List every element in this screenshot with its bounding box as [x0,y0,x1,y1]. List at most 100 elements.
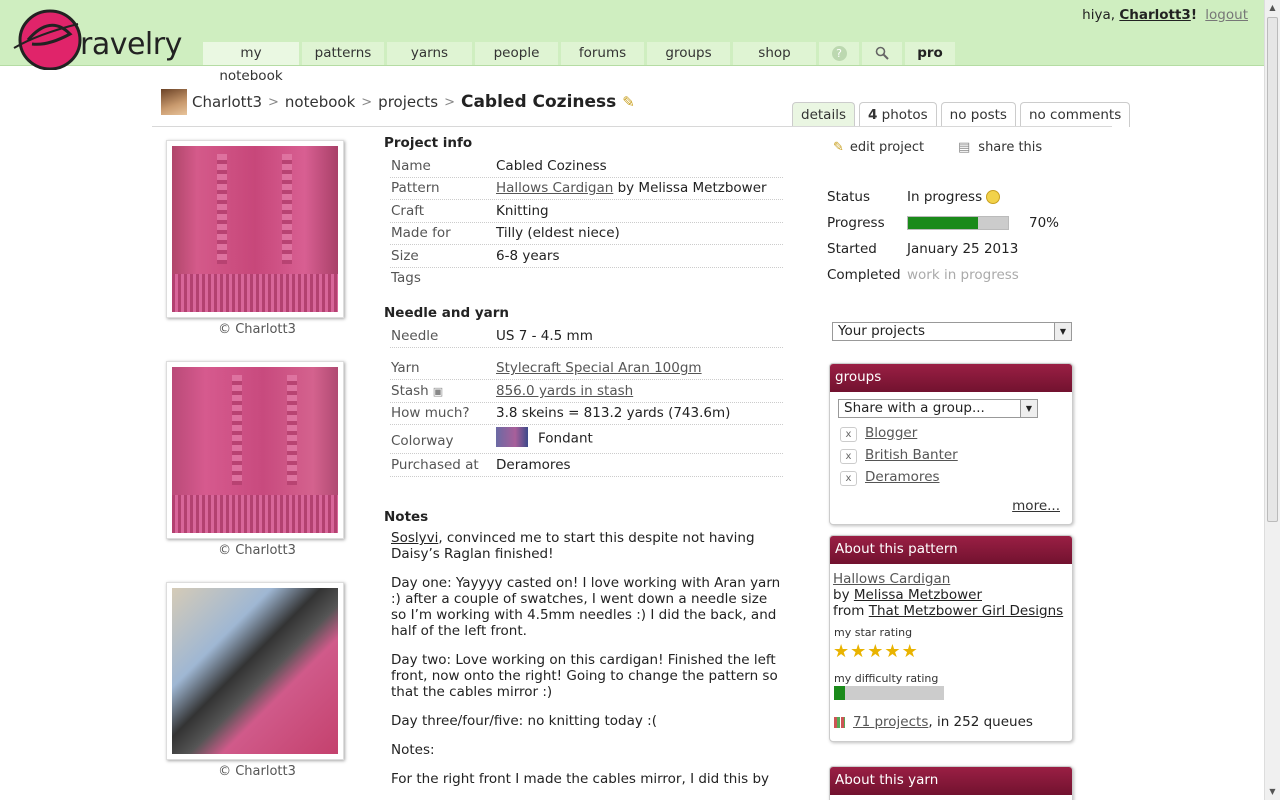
nav-groups[interactable]: groups [647,42,730,65]
scrollbar[interactable]: ▲ ▼ [1264,0,1280,800]
needle-yarn-heading: Needle and yarn [384,305,510,321]
stash-icon: ▣ [432,385,444,398]
project-photo-2[interactable] [166,361,344,539]
chevron-down-icon: ▼ [1020,400,1037,417]
scroll-up-icon[interactable]: ▲ [1265,0,1280,16]
username-link[interactable]: Charlott3 [1119,7,1191,23]
main-nav: my notebook patterns yarns people forums… [203,42,955,84]
divider [152,126,1112,127]
yarn-link[interactable]: Stylecraft Special Aran 100gm [496,360,702,376]
tab-comments[interactable]: no comments [1019,102,1131,127]
nav-patterns[interactable]: patterns [302,42,384,65]
groups-box: groups Share with a group... ▼ x Blogger x… [829,363,1073,525]
tab-photos[interactable]: 4 photos [858,102,937,127]
project-photo-1[interactable] [166,140,344,318]
pattern-box-link[interactable]: Hallows Cardigan [833,571,950,587]
project-info-heading: Project info [384,135,473,151]
photo-caption: © Charlott3 [218,322,296,337]
notes-heading: Notes [384,509,429,525]
photo-image [172,146,338,312]
star-icon[interactable]: ★ [902,641,918,662]
logo-text: ravelry [80,27,182,62]
user-greeting: hiya, Charlott3! logout [1082,7,1248,23]
page-title: Cabled Coziness [460,92,617,112]
info-row-made-for: Made for Tilly (eldest niece) [390,223,783,245]
photo-image [172,367,338,533]
scroll-down-icon[interactable]: ▼ [1265,784,1280,800]
info-row-stash: Stash ▣ 856.0 yards in stash [390,381,783,403]
pencil-icon: ✎ [833,140,844,155]
breadcrumb: Charlott3 > notebook > projects > Cabled… [161,88,635,116]
difficulty-label: my difficulty rating [834,672,939,685]
user-link-soslyvi[interactable]: Soslyvi [391,530,438,546]
edit-project-button[interactable]: ✎ edit project [833,140,924,155]
info-row-needle: Needle US 7 - 4.5 mm [390,326,783,348]
nav-people[interactable]: people [475,42,558,65]
nav-forums[interactable]: forums [561,42,644,65]
breadcrumb-notebook[interactable]: notebook [285,93,355,111]
nav-yarns[interactable]: yarns [387,42,472,65]
info-row-size: Size 6-8 years [390,246,783,268]
source-link[interactable]: That Metzbower Girl Designs [869,603,1063,619]
smiley-icon [986,190,1001,204]
notes-body: Soslyvi, convinced me to start this desp… [391,530,781,787]
tab-details[interactable]: details [792,102,855,127]
more-groups-link[interactable]: more... [1012,498,1060,514]
scroll-thumb[interactable] [1267,17,1278,522]
progress-fill [908,217,978,229]
star-rating[interactable]: ★★★★★ [833,641,919,662]
nav-shop[interactable]: shop [733,42,816,65]
star-icon[interactable]: ★ [833,641,849,662]
info-row-purchased: Purchased at Deramores [390,455,783,477]
progress-bar [907,216,1009,230]
photo-caption: © Charlott3 [218,764,296,779]
group-item: x Blogger [840,425,917,442]
pattern-box: About this pattern Hallows Cardigan by M… [829,535,1073,742]
project-photo-3[interactable] [166,582,344,760]
photo-caption: © Charlott3 [218,543,296,558]
stash-link[interactable]: 856.0 yards in stash [496,383,633,399]
difficulty-fill [834,686,845,700]
projects-link[interactable]: 71 projects [853,714,928,730]
pattern-heading: About this pattern [830,536,1072,564]
info-row-colorway: Colorway Fondant [390,427,783,454]
difficulty-bar[interactable] [834,686,944,700]
nav-my-notebook[interactable]: my notebook [203,42,299,84]
detail-tabs: details 4 photos no posts no comments [792,102,1131,127]
tab-posts[interactable]: no posts [940,102,1016,127]
nav-pro[interactable]: pro [905,42,955,65]
breadcrumb-user[interactable]: Charlott3 [192,93,262,111]
help-icon[interactable]: ? [819,42,859,65]
share-button[interactable]: ▤ share this [958,140,1042,155]
your-projects-select[interactable]: Your projects ▼ [832,322,1072,341]
site-header: ravelry my notebook patterns yarns peopl… [0,0,1264,84]
group-item: x British Banter [840,447,958,464]
remove-icon[interactable]: x [840,449,857,464]
avatar[interactable] [161,89,187,115]
star-icon[interactable]: ★ [867,641,883,662]
remove-icon[interactable]: x [840,471,857,486]
chevron-down-icon: ▼ [1054,323,1071,340]
pencil-icon[interactable]: ✎ [622,93,635,111]
photo-image [172,588,338,754]
share-icon: ▤ [958,140,971,155]
breadcrumb-projects[interactable]: projects [378,93,438,111]
remove-icon[interactable]: x [840,427,857,442]
logout-link[interactable]: logout [1205,7,1248,23]
star-icon[interactable]: ★ [850,641,866,662]
groups-heading: groups [830,364,1072,392]
info-row-pattern: Pattern Hallows Cardigan by Melissa Metzb… [390,178,783,200]
star-rating-label: my star rating [834,626,913,639]
search-icon[interactable] [862,42,902,65]
group-item: x Deramores [840,469,940,486]
info-row-yarn: Yarn Stylecraft Special Aran 100gm [390,358,783,380]
star-icon[interactable]: ★ [884,641,900,662]
colorway-swatch[interactable] [496,427,528,447]
info-row-name: Name Cabled Coziness [390,156,783,178]
projects-icon [834,716,845,728]
designer-link[interactable]: Melissa Metzbower [854,587,982,603]
yarn-heading: About this yarn [830,767,1072,795]
pattern-link[interactable]: Hallows Cardigan [496,180,613,196]
yarn-box: About this yarn [829,766,1073,800]
share-group-select[interactable]: Share with a group... ▼ [838,399,1038,418]
